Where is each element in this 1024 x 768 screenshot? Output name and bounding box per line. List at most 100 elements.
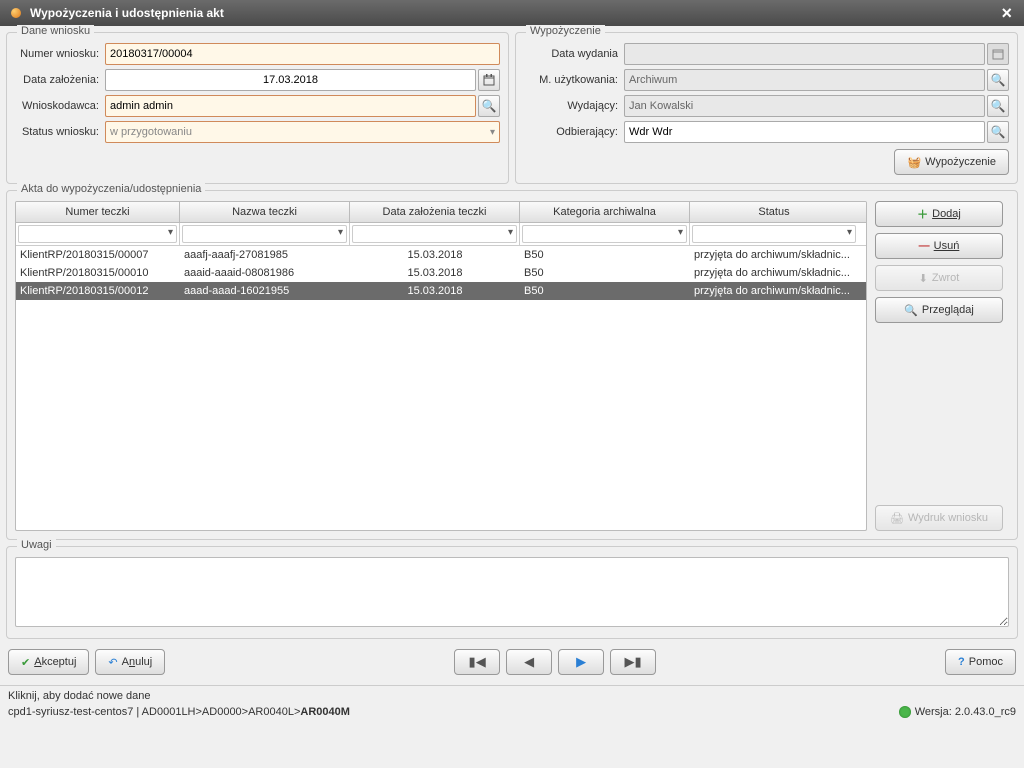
dodaj-button[interactable]: ＋ Dodaj [875,201,1003,227]
download-icon: ⬇ [919,272,928,285]
status-path-bold: AR0040M [300,706,350,718]
filter-status[interactable] [692,225,856,243]
table-body: KlientRP/20180315/00007 aaafj-aaafj-2708… [16,246,866,300]
cell: przyjęta do archiwum/składnic... [690,267,858,279]
nav-prev-button[interactable]: ◀ [506,649,552,675]
cell: KlientRP/20180315/00007 [16,249,180,261]
akta-table[interactable]: Numer teczki Nazwa teczki Data założenia… [15,201,867,531]
undo-icon: ↶ [108,656,117,669]
zwrot-label: Zwrot [932,272,960,284]
status-hint: Kliknij, aby dodać nowe dane [0,685,1024,704]
akceptuj-label: Akceptuj [34,656,76,668]
dane-legend: Dane wniosku [17,25,94,37]
data-zal-label: Data założenia: [15,74,105,86]
data-wydania-input [624,43,985,65]
status-value: w przygotowaniu [110,126,192,138]
record-nav: ▮◀ ◀ ▶ ▶▮ [454,649,656,675]
col-kategoria[interactable]: Kategoria archiwalna [520,202,690,222]
table-row[interactable]: KlientRP/20180315/00010 aaaid-aaaid-0808… [16,264,866,282]
magnifier-icon: 🔍 [904,304,918,317]
odbierajacy-input[interactable] [624,121,985,143]
col-nazwa[interactable]: Nazwa teczki [180,202,350,222]
numer-label: Numer wniosku: [15,48,105,60]
close-icon[interactable]: × [997,3,1016,24]
cell: 15.03.2018 [350,285,520,297]
wydajacy-input [624,95,985,117]
calendar-disabled-icon [987,43,1009,65]
przegladaj-label: Przeglądaj [922,304,974,316]
wypo-legend: Wypożyczenie [526,25,605,37]
uwagi-legend: Uwagi [17,539,56,551]
akceptuj-button[interactable]: ✔ Akceptuj [8,649,89,675]
status-wniosku-label: Status wniosku: [15,126,105,138]
cell: 15.03.2018 [350,267,520,279]
table-row[interactable]: KlientRP/20180315/00007 aaafj-aaafj-2708… [16,246,866,264]
printer-icon: 🖨 [890,512,904,525]
przegladaj-button[interactable]: 🔍 Przeglądaj [875,297,1003,323]
filter-numer[interactable] [18,225,177,243]
anuluj-button[interactable]: ↶ Anuluj [95,649,165,675]
wydruk-label: Wydruk wniosku [908,512,988,524]
dane-wniosku-group: Dane wniosku Numer wniosku: Data założen… [6,32,509,184]
uwagi-group: Uwagi [6,546,1018,639]
muzytkowania-label: M. użytkowania: [524,74,624,86]
muzytkowania-input [624,69,985,91]
cell: KlientRP/20180315/00010 [16,267,180,279]
status-path: cpd1-syriusz-test-centos7 | AD0001LH>AD0… [0,704,1024,722]
cell: KlientRP/20180315/00012 [16,285,180,297]
uwagi-textarea[interactable] [15,557,1009,627]
usun-button[interactable]: — Usuń [875,233,1003,259]
bottom-bar: ✔ Akceptuj ↶ Anuluj ▮◀ ◀ ▶ ▶▮ ? Pomoc [6,645,1018,679]
pomoc-label: Pomoc [969,656,1003,668]
wnioskodawca-label: Wnioskodawca: [15,100,105,112]
calendar-icon[interactable] [478,69,500,91]
pomoc-button[interactable]: ? Pomoc [945,649,1016,675]
wypo-btn-label: Wypożyczenie [925,156,996,168]
wypozyczenie-button[interactable]: 🧺 Wypożyczenie [894,149,1009,175]
wnioskodawca-input[interactable] [105,95,476,117]
plus-icon: ＋ [917,206,928,222]
app-icon [8,5,24,21]
status-path-text: cpd1-syriusz-test-centos7 | AD0001LH>AD0… [8,706,300,718]
data-zalozenia-input[interactable] [105,69,476,91]
usun-label: Usuń [934,240,960,252]
cell: aaaid-aaaid-08081986 [180,267,350,279]
search-icon[interactable]: 🔍 [987,121,1009,143]
anuluj-label: Anuluj [122,656,153,668]
akta-group: Akta do wypożyczenia/udostępnienia Numer… [6,190,1018,540]
minus-icon: — [919,240,930,252]
filter-data[interactable] [352,225,517,243]
search-icon[interactable]: 🔍 [987,95,1009,117]
col-status[interactable]: Status [690,202,858,222]
wydruk-button: 🖨 Wydruk wniosku [875,505,1003,531]
window-title: Wypożyczenia i udostępnienia akt [30,6,224,20]
chevron-down-icon: ▾ [490,127,495,138]
version-label: Wersja: 2.0.43.0_rc9 [915,706,1016,718]
help-icon: ? [958,656,965,668]
cell: B50 [520,267,690,279]
wydajacy-label: Wydający: [524,100,624,112]
check-icon: ✔ [21,656,30,669]
search-icon[interactable]: 🔍 [478,95,500,117]
basket-icon: 🧺 [907,156,921,169]
cell: B50 [520,285,690,297]
filter-nazwa[interactable] [182,225,347,243]
search-icon[interactable]: 🔍 [987,69,1009,91]
status-wniosku-select[interactable]: w przygotowaniu ▾ [105,121,500,143]
numer-wniosku-input[interactable] [105,43,500,65]
titlebar: Wypożyczenia i udostępnienia akt × [0,0,1024,26]
cell: aaafj-aaafj-27081985 [180,249,350,261]
col-data[interactable]: Data założenia teczki [350,202,520,222]
nav-last-button[interactable]: ▶▮ [610,649,656,675]
col-numer[interactable]: Numer teczki [16,202,180,222]
connection-ok-icon [899,706,911,718]
table-header: Numer teczki Nazwa teczki Data założenia… [16,202,866,223]
table-row[interactable]: KlientRP/20180315/00012 aaad-aaad-160219… [16,282,866,300]
cell: przyjęta do archiwum/składnic... [690,249,858,261]
cell: B50 [520,249,690,261]
nav-next-button[interactable]: ▶ [558,649,604,675]
data-wydania-label: Data wydania [524,48,624,60]
filter-kategoria[interactable] [522,225,687,243]
nav-first-button[interactable]: ▮◀ [454,649,500,675]
cell: przyjęta do archiwum/składnic... [690,285,858,297]
